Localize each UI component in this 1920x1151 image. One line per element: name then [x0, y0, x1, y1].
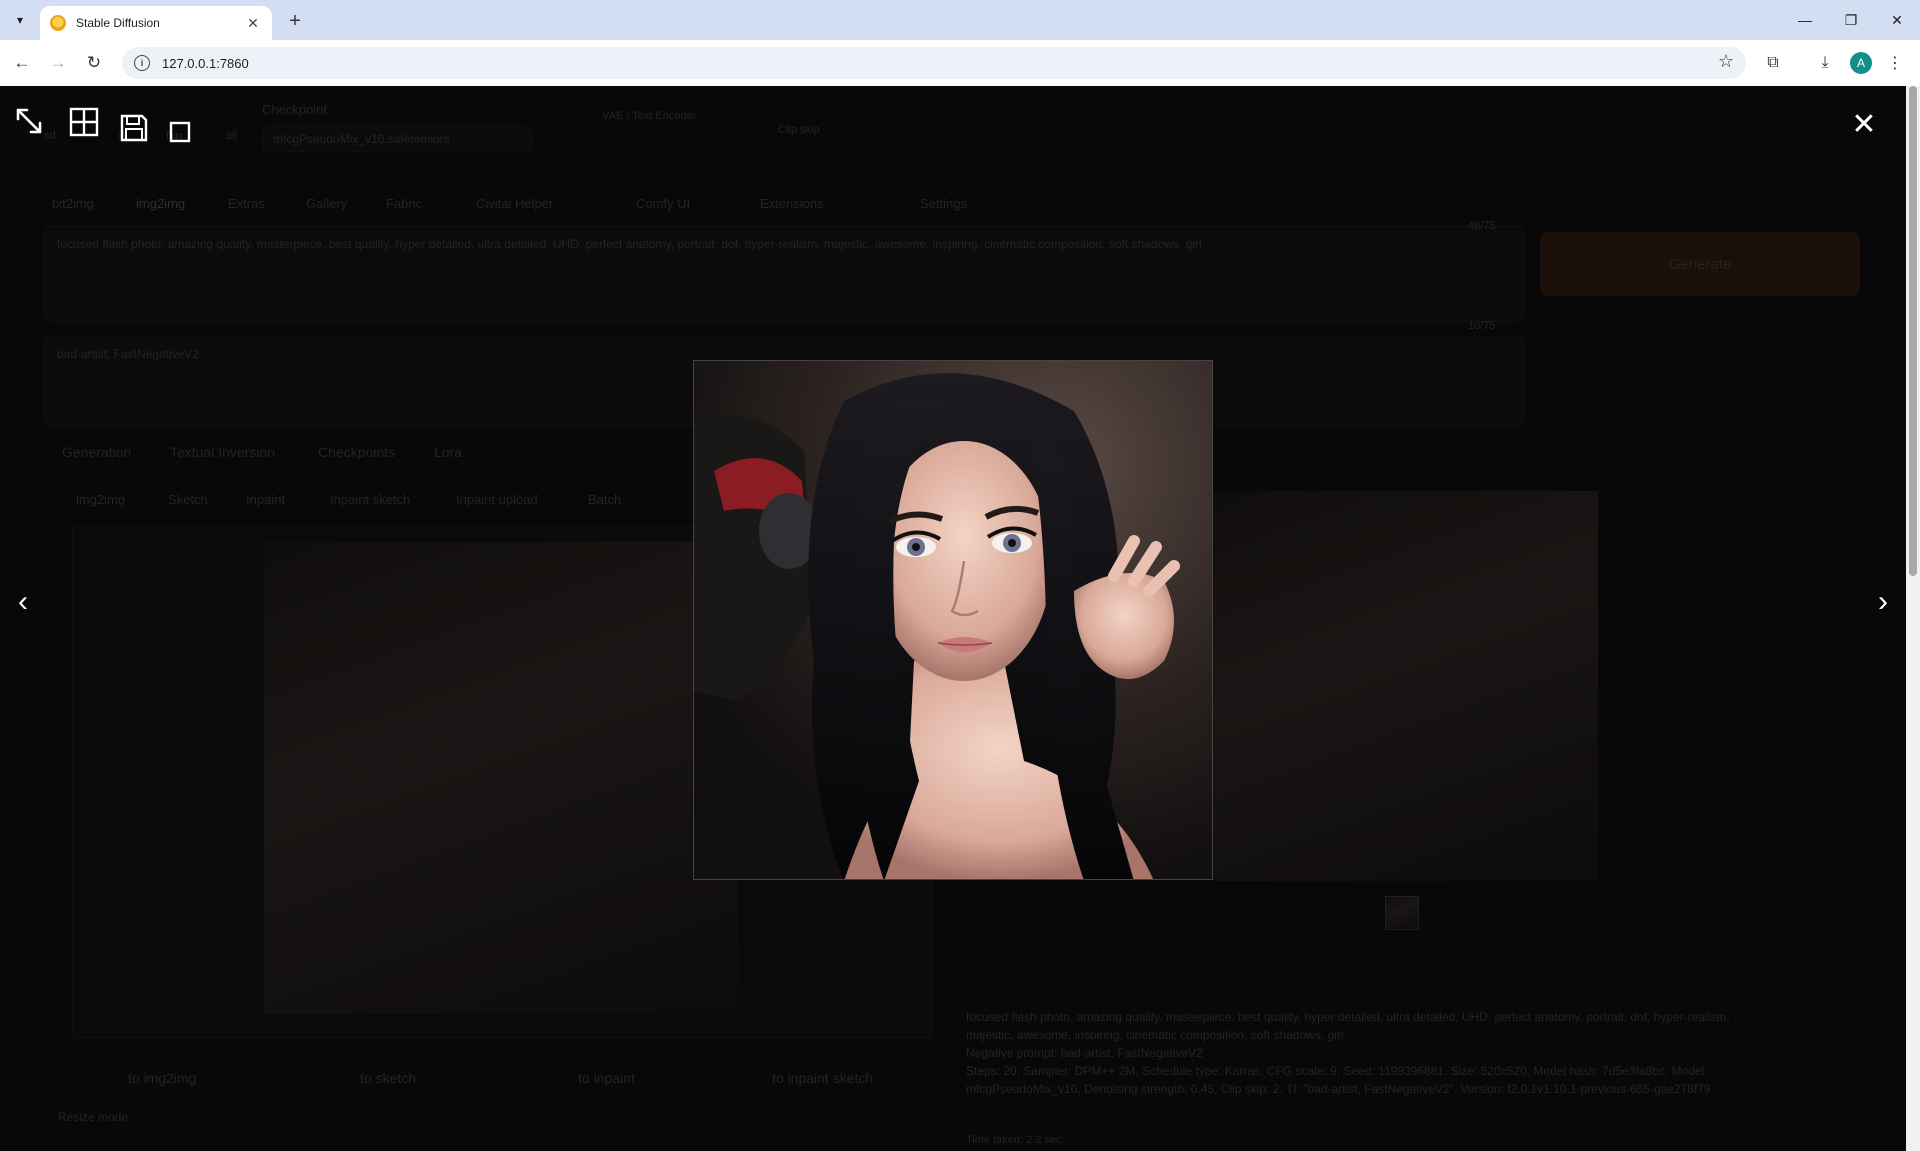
browser-menu-icon[interactable]: ⋮	[1882, 50, 1908, 76]
profile-avatar[interactable]: A	[1850, 52, 1872, 74]
tab-title: Stable Diffusion	[76, 16, 160, 30]
lightbox-prev-icon[interactable]: ‹	[8, 584, 38, 620]
tab-strip: ▾ Stable Diffusion ✕ + — ❐ ✕	[0, 0, 1920, 40]
expand-diagonal-icon[interactable]	[14, 106, 44, 136]
tab-search-button[interactable]: ▾	[8, 8, 32, 32]
scrollbar-thumb[interactable]	[1909, 86, 1917, 576]
tab-close-icon[interactable]: ✕	[244, 14, 262, 32]
lightbox-close-icon[interactable]: ✕	[1846, 106, 1882, 142]
extensions-icon[interactable]: ⧉	[1760, 50, 1786, 76]
square-icon[interactable]	[168, 120, 192, 144]
forward-button[interactable]: →	[44, 49, 72, 77]
downloads-icon[interactable]: ⤓	[1812, 50, 1838, 76]
browser-chrome: ▾ Stable Diffusion ✕ + — ❐ ✕ ← → ↻ i 127…	[0, 0, 1920, 86]
browser-toolbar: ← → ↻ i 127.0.0.1:7860 ☆ ⧉ ⤓ ⋮	[0, 40, 1920, 86]
bookmark-star-icon[interactable]: ☆	[1718, 51, 1734, 72]
floppy-icon[interactable]	[118, 112, 150, 144]
grid-icon[interactable]	[68, 106, 100, 138]
lightbox-next-icon[interactable]: ›	[1868, 584, 1898, 620]
site-info-icon[interactable]: i	[134, 55, 150, 71]
browser-tab[interactable]: Stable Diffusion ✕	[40, 6, 272, 40]
address-url[interactable]: 127.0.0.1:7860	[162, 56, 249, 71]
tab-favicon-icon	[50, 15, 66, 31]
new-tab-button[interactable]: +	[282, 8, 308, 34]
window-close-button[interactable]: ✕	[1874, 6, 1920, 34]
page-scrollbar[interactable]	[1906, 86, 1920, 1151]
back-button[interactable]: ←	[8, 49, 36, 77]
minimize-button[interactable]: —	[1782, 6, 1828, 34]
lightbox-image[interactable]	[693, 360, 1213, 880]
restore-button[interactable]: ❐	[1828, 6, 1874, 34]
address-bar[interactable]: i 127.0.0.1:7860 ☆	[122, 47, 1746, 79]
reload-button[interactable]: ↻	[80, 49, 108, 77]
